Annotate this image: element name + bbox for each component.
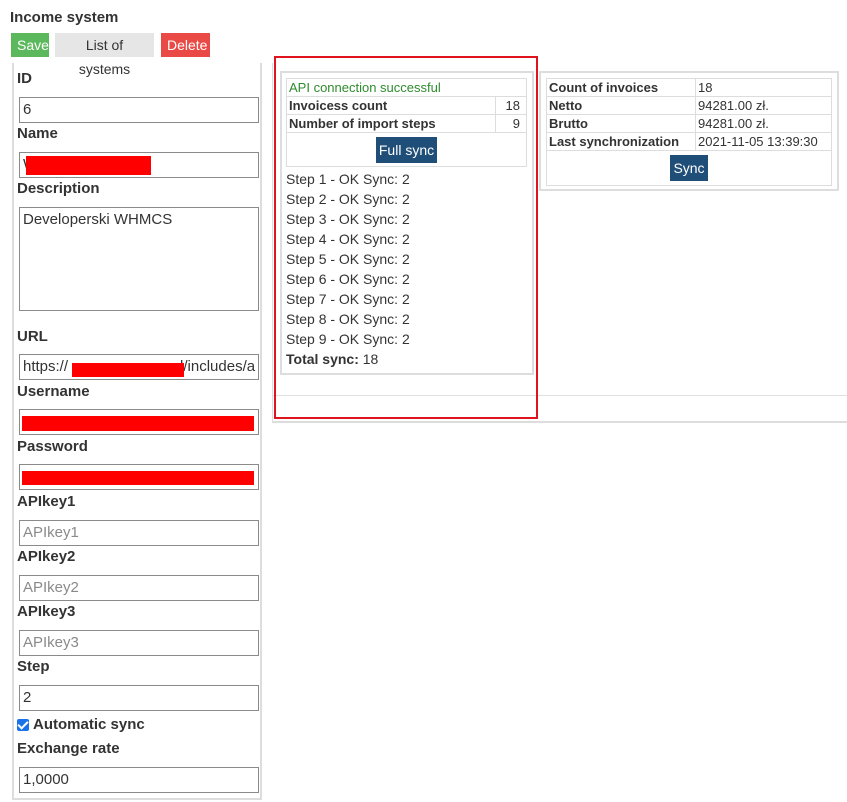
password-label: Password (17, 438, 88, 455)
save-button[interactable]: Save (11, 33, 49, 57)
redaction-mark (72, 363, 184, 377)
page-title: Income system (10, 9, 119, 26)
apikey2-input[interactable]: APIkey2 (19, 575, 259, 601)
step-label: Step (17, 658, 50, 675)
description-label: Description (17, 180, 100, 197)
id-input[interactable]: 6 (19, 97, 259, 123)
row-label: Count of invoices (546, 78, 696, 97)
apikey1-input[interactable]: APIkey1 (19, 520, 259, 546)
row-label: Last synchronization (546, 132, 696, 151)
automatic-sync-checkbox[interactable]: Automatic sync (17, 716, 145, 733)
row-value: 2021-11-05 13:39:30 (695, 132, 832, 151)
apikey1-label: APIkey1 (17, 493, 76, 510)
sync-button[interactable]: Sync (670, 155, 708, 181)
row-value: 94281.00 zł. (695, 114, 832, 133)
list-of-systems-button[interactable]: List of systems (55, 33, 154, 77)
url-value-start: https:// (23, 358, 69, 375)
redaction-mark (22, 416, 254, 431)
id-label: ID (17, 70, 32, 87)
highlight-frame (274, 56, 538, 419)
checkbox-checked-icon[interactable] (17, 718, 29, 731)
row-label: Netto (546, 96, 696, 115)
name-label: Name (17, 125, 58, 142)
delete-button[interactable]: Delete (161, 33, 210, 57)
description-textarea[interactable]: Developerski WHMCS (19, 207, 259, 311)
row-label: Brutto (546, 114, 696, 133)
table-row: Count of invoices 18 (546, 78, 832, 97)
table-row: Netto 94281.00 zł. (546, 96, 832, 115)
exchange-rate-input[interactable]: 1,0000 (19, 767, 259, 793)
summary-table: Count of invoices 18 Netto 94281.00 zł. … (546, 78, 832, 151)
row-value: 18 (695, 78, 832, 97)
toolbar: Save List of systems Delete (11, 33, 210, 77)
panel-divider (272, 421, 847, 423)
panel-border (272, 63, 273, 422)
url-value-end: l/includes/a (180, 358, 256, 375)
apikey3-input[interactable]: APIkey3 (19, 630, 259, 656)
apikey3-label: APIkey3 (17, 603, 76, 620)
apikey2-label: APIkey2 (17, 548, 76, 565)
table-row: Last synchronization 2021-11-05 13:39:30 (546, 132, 832, 151)
table-row: Brutto 94281.00 zł. (546, 114, 832, 133)
automatic-sync-label: Automatic sync (33, 716, 145, 733)
redaction-mark (22, 471, 254, 485)
step-input[interactable]: 2 (19, 685, 259, 711)
redaction-mark (26, 156, 151, 175)
exchange-rate-label: Exchange rate (17, 740, 120, 757)
username-label: Username (17, 383, 90, 400)
row-value: 94281.00 zł. (695, 96, 832, 115)
url-label: URL (17, 328, 48, 345)
